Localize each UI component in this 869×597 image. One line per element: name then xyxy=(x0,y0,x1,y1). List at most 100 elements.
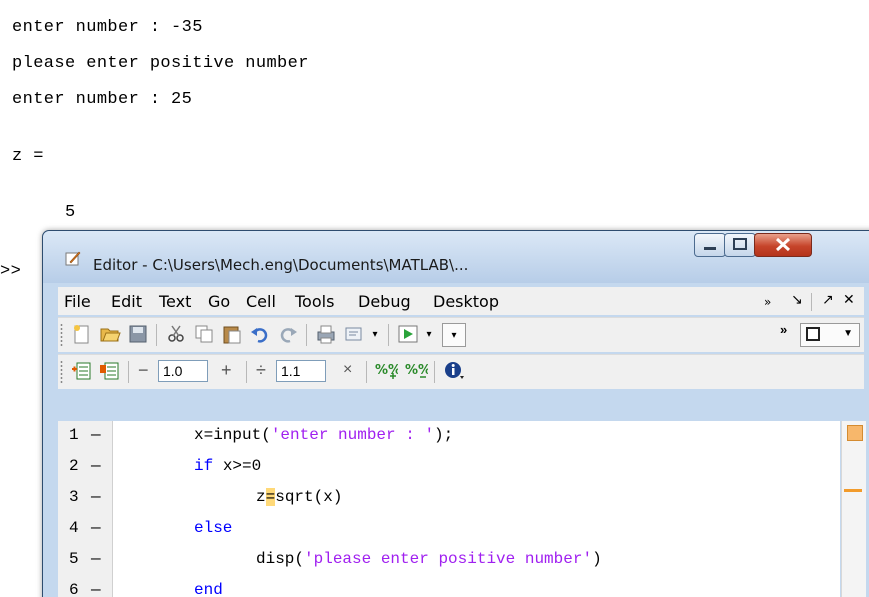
cell-value-input-2[interactable]: 1.1 xyxy=(276,360,326,382)
command-output-line: enter number : 25 xyxy=(12,90,193,109)
run-dropdown[interactable]: ▾ xyxy=(420,323,438,345)
cell-mode-icon[interactable] xyxy=(98,359,122,383)
code-line[interactable]: 5 — disp('please enter positive number') xyxy=(58,547,840,571)
print-icon[interactable] xyxy=(314,322,338,346)
divide-button[interactable]: ÷ xyxy=(256,360,266,381)
breakpoint-marker[interactable]: — xyxy=(91,426,101,444)
new-file-icon[interactable] xyxy=(70,322,94,346)
menu-text[interactable]: Text xyxy=(159,292,191,311)
layout-dropdown[interactable]: ▼ xyxy=(800,323,860,347)
warning-highlight[interactable]: = xyxy=(265,488,276,506)
multiply-button[interactable]: × xyxy=(343,361,352,379)
editor-frame xyxy=(43,421,58,597)
paste-icon[interactable] xyxy=(220,322,244,346)
editor-window[interactable]: Editor - C:\Users\Mech.eng\Documents\MAT… xyxy=(42,230,869,597)
toolbar-separator xyxy=(434,361,435,383)
line-number: 3 xyxy=(69,488,79,506)
code-text: end xyxy=(194,581,223,597)
code-text: disp('please enter positive number') xyxy=(256,550,602,568)
status-indicator[interactable] xyxy=(847,425,863,441)
line-number: 2 xyxy=(69,457,79,475)
undo-icon[interactable] xyxy=(248,322,272,346)
menu-file[interactable]: File xyxy=(64,292,91,311)
toolbar-separator xyxy=(128,361,129,383)
line-number: 4 xyxy=(69,519,79,537)
run-icon[interactable] xyxy=(396,322,420,346)
menu-tools[interactable]: Tools xyxy=(295,292,334,311)
percent-plus-icon[interactable]: %% xyxy=(374,359,398,383)
open-folder-icon[interactable] xyxy=(98,322,122,346)
code-line[interactable]: 1 — x=input('enter number : '); xyxy=(58,423,840,447)
code-text: else xyxy=(194,519,233,537)
command-output-line: 5 xyxy=(12,203,76,222)
editor-menubar: File Edit Text Go Cell Tools Debug Deskt… xyxy=(58,287,864,315)
close-icon xyxy=(775,237,791,252)
close-document-icon[interactable]: ✕ xyxy=(843,292,855,308)
code-text: if x>=0 xyxy=(194,457,262,475)
menu-go[interactable]: Go xyxy=(208,292,230,311)
svg-text:%%: %% xyxy=(405,363,428,378)
maximize-button[interactable] xyxy=(724,233,756,257)
toolbar-separator xyxy=(366,361,367,383)
code-line[interactable]: 3 — z=sqrt(x) xyxy=(58,485,840,509)
minimize-button[interactable] xyxy=(694,233,726,257)
toolbar-separator xyxy=(306,324,307,346)
code-line[interactable]: 2 — if x>=0 xyxy=(58,454,840,478)
editor-icon xyxy=(65,251,81,266)
decrement-button[interactable]: − xyxy=(138,360,149,381)
editor-title: Editor - C:\Users\Mech.eng\Documents\MAT… xyxy=(93,256,469,274)
line-number: 1 xyxy=(69,426,79,444)
command-output-line: enter number : -35 xyxy=(12,18,203,37)
run-options-dropdown[interactable]: ▾ xyxy=(442,323,466,347)
close-button[interactable] xyxy=(754,233,812,257)
code-line[interactable]: 6 — end xyxy=(58,578,840,597)
toolbar-separator xyxy=(388,324,389,346)
chevron-down-icon: ▼ xyxy=(843,328,853,339)
cell-toolbar: − 1.0 + ÷ 1.1 × %% %% xyxy=(58,354,864,389)
warning-marker[interactable] xyxy=(844,489,862,492)
breakpoint-marker[interactable]: — xyxy=(91,519,101,537)
save-icon[interactable] xyxy=(126,322,150,346)
toolbar-separator xyxy=(246,361,247,383)
menu-desktop[interactable]: Desktop xyxy=(433,292,499,311)
increment-button[interactable]: + xyxy=(221,360,232,381)
redo-icon[interactable] xyxy=(276,322,300,346)
toolbar-separator xyxy=(156,324,157,346)
command-output-line: z = xyxy=(12,147,44,166)
breakpoint-marker[interactable]: — xyxy=(91,550,101,568)
editor-toolbar: ▾ ▾ ▾ » ▼ xyxy=(58,317,864,352)
cut-icon[interactable] xyxy=(164,322,188,346)
menu-overflow-button[interactable]: » xyxy=(764,295,771,309)
menu-cell[interactable]: Cell xyxy=(246,292,276,311)
command-output-line: please enter positive number xyxy=(12,54,309,73)
toolbar-grip[interactable] xyxy=(60,323,63,347)
undock-icon[interactable]: ↗ xyxy=(822,292,834,308)
layout-icon xyxy=(806,327,820,341)
breakpoint-marker[interactable]: — xyxy=(91,581,101,597)
menu-edit[interactable]: Edit xyxy=(111,292,142,311)
code-editor[interactable]: 1 — x=input('enter number : '); 2 — if x>=0 3 —… xyxy=(58,421,840,597)
dock-icon[interactable]: ↘ xyxy=(791,292,803,308)
cell-value-input-1[interactable]: 1.0 xyxy=(158,360,208,382)
code-text: z=sqrt(x) xyxy=(256,488,343,506)
breakpoint-marker[interactable]: — xyxy=(91,457,101,475)
editor-titlebar[interactable]: Editor - C:\Users\Mech.eng\Documents\MAT… xyxy=(43,231,869,283)
breakpoint-marker[interactable]: — xyxy=(91,488,101,506)
menu-divider xyxy=(811,293,812,311)
percent-minus-icon[interactable]: %% xyxy=(404,359,428,383)
find-dropdown[interactable]: ▾ xyxy=(366,323,384,345)
toolbar-grip[interactable] xyxy=(60,360,63,384)
insert-cell-icon[interactable] xyxy=(70,359,94,383)
code-text: x=input('enter number : '); xyxy=(194,426,454,444)
find-icon[interactable] xyxy=(342,322,366,346)
toolbar-overflow-icon[interactable]: » xyxy=(780,322,787,337)
message-bar[interactable] xyxy=(841,421,866,597)
menu-debug[interactable]: Debug xyxy=(358,292,411,311)
command-prompt[interactable]: >> xyxy=(0,262,21,281)
help-icon[interactable] xyxy=(442,359,466,383)
line-number: 6 xyxy=(69,581,79,597)
maximize-icon xyxy=(733,238,747,250)
copy-icon[interactable] xyxy=(192,322,216,346)
minimize-icon xyxy=(704,247,716,250)
code-line[interactable]: 4 — else xyxy=(58,516,840,540)
